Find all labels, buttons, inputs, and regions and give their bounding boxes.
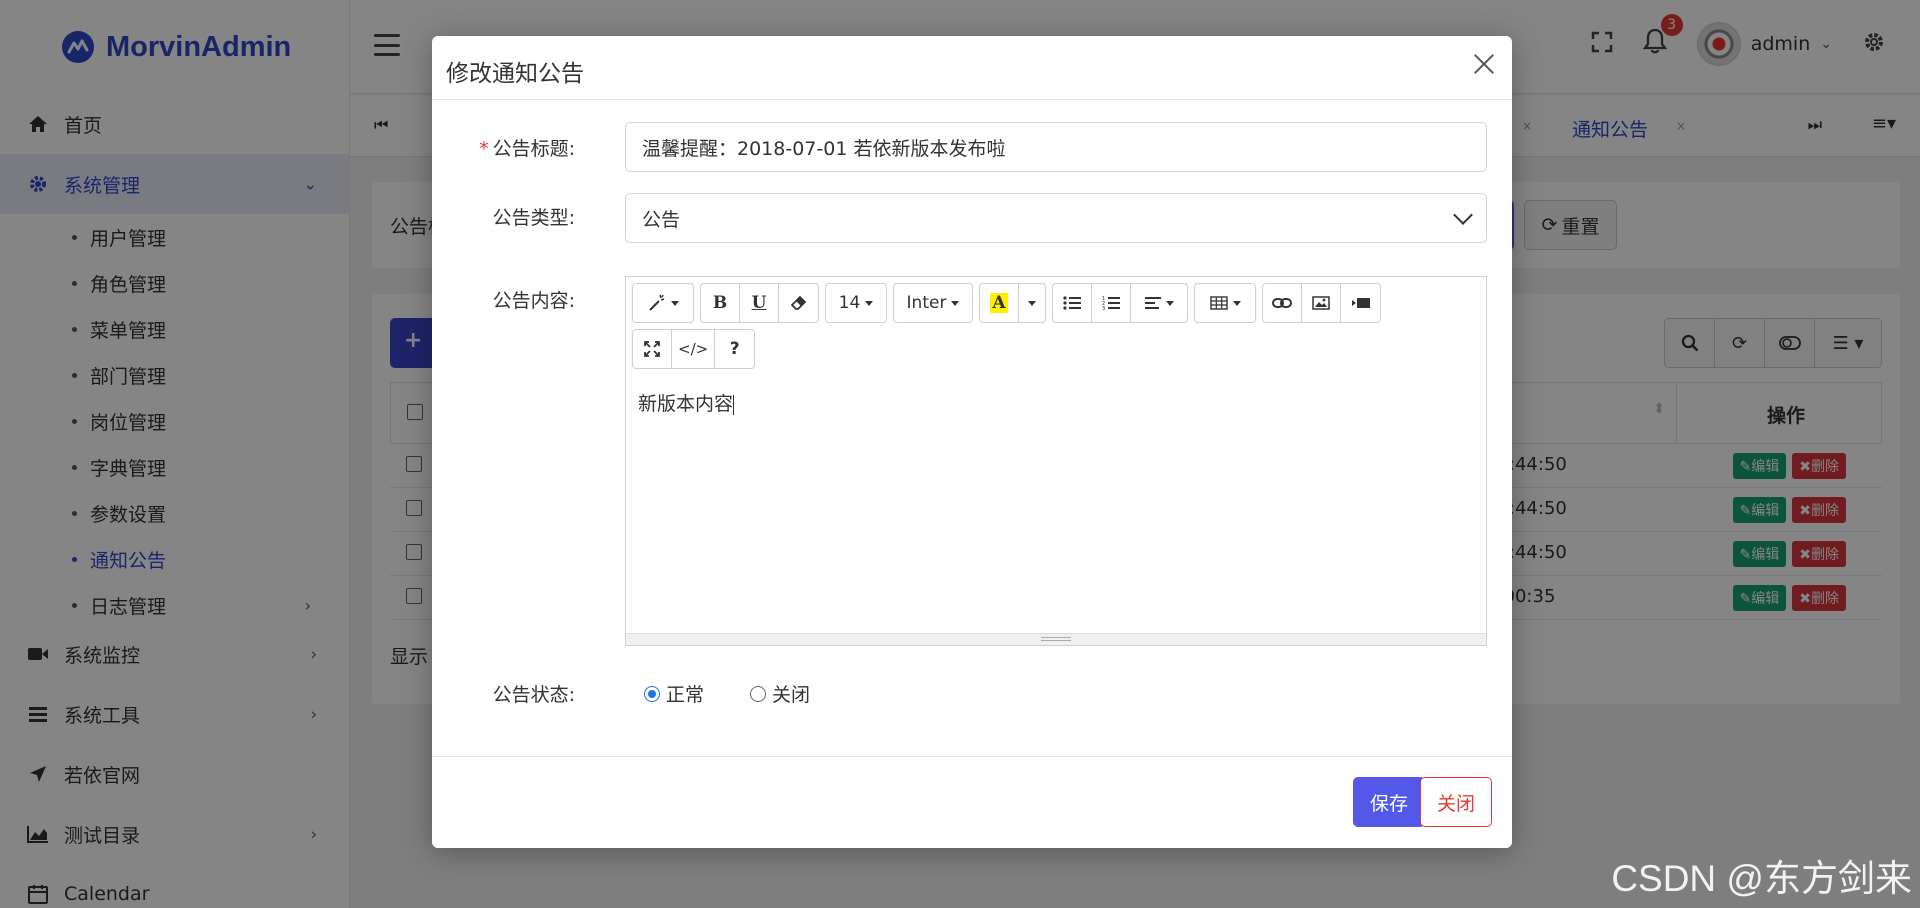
watermark: CSDN @东方剑来 bbox=[1611, 858, 1912, 899]
notice-title-value: 温馨提醒：2018-07-01 若依新版本发布啦 bbox=[642, 137, 1006, 160]
color-dropdown-icon[interactable] bbox=[1019, 284, 1045, 322]
chevron-down-icon bbox=[1453, 205, 1473, 225]
required-mark: * bbox=[479, 138, 489, 160]
editor-content[interactable]: 新版本内容 bbox=[638, 389, 735, 416]
rich-text-editor: B U 14 Inter A 1 2 3 </> ? 新版本内容 bbox=[625, 276, 1487, 646]
radio-checked[interactable] bbox=[644, 685, 660, 702]
edit-notice-modal: 修改通知公告 * 公告标题: 温馨提醒：2018-07-01 若依新版本发布啦 公… bbox=[432, 36, 1512, 848]
image-icon[interactable] bbox=[1302, 284, 1341, 322]
save-button[interactable]: 保存 bbox=[1353, 777, 1425, 827]
notice-content-label: 公告内容: bbox=[492, 290, 575, 312]
underline-icon[interactable]: U bbox=[740, 284, 779, 322]
unordered-list-icon[interactable] bbox=[1053, 284, 1092, 322]
table-icon[interactable] bbox=[1195, 284, 1255, 322]
video-embed-icon[interactable] bbox=[1341, 284, 1380, 322]
modal-header: 修改通知公告 bbox=[432, 36, 1512, 100]
eraser-icon[interactable] bbox=[779, 284, 818, 322]
fullscreen-icon[interactable] bbox=[633, 330, 672, 368]
notice-type-value: 公告 bbox=[642, 208, 681, 231]
status-radio-closed[interactable]: 关闭 bbox=[750, 680, 810, 707]
font-family-dropdown[interactable]: Inter bbox=[894, 284, 972, 322]
text-cursor bbox=[733, 394, 735, 415]
radio-label: 关闭 bbox=[772, 684, 811, 706]
bold-icon[interactable]: B bbox=[701, 284, 740, 322]
notice-title-input[interactable]: 温馨提醒：2018-07-01 若依新版本发布啦 bbox=[625, 122, 1487, 172]
radio-label: 正常 bbox=[666, 684, 705, 706]
notice-type-label: 公告类型: bbox=[492, 207, 575, 229]
editor-toolbar: B U 14 Inter A 1 2 3 </> ? bbox=[632, 283, 1480, 375]
font-family-value: Inter bbox=[906, 293, 947, 313]
editor-resize-handle[interactable] bbox=[626, 633, 1486, 645]
font-size-value: 14 bbox=[838, 293, 861, 313]
link-icon[interactable] bbox=[1263, 284, 1302, 322]
modal-footer: 保存 关闭 bbox=[432, 756, 1512, 848]
ordered-list-icon[interactable]: 123 bbox=[1092, 284, 1131, 322]
align-dropdown-icon[interactable] bbox=[1131, 284, 1187, 322]
notice-status-label: 公告状态: bbox=[492, 684, 575, 706]
modal-title: 修改通知公告 bbox=[446, 61, 584, 87]
code-view-icon[interactable]: </> bbox=[672, 330, 716, 368]
notice-title-label: * 公告标题: bbox=[479, 134, 575, 161]
style-magic-wand-icon[interactable] bbox=[633, 284, 693, 322]
font-size-dropdown[interactable]: 14 bbox=[826, 284, 886, 322]
notice-title-label-text: 公告标题: bbox=[492, 138, 575, 160]
radio-unchecked[interactable] bbox=[750, 685, 767, 702]
help-icon[interactable]: ? bbox=[715, 330, 754, 368]
notice-type-select[interactable]: 公告 bbox=[625, 193, 1487, 243]
svg-text:3: 3 bbox=[1102, 306, 1105, 311]
close-icon[interactable] bbox=[1468, 48, 1500, 80]
editor-content-text: 新版本内容 bbox=[638, 393, 734, 415]
notice-status-radio-group: 正常 关闭 bbox=[644, 680, 856, 707]
close-button[interactable]: 关闭 bbox=[1420, 777, 1492, 827]
text-color-icon[interactable]: A bbox=[980, 284, 1019, 322]
status-radio-normal[interactable]: 正常 bbox=[644, 680, 704, 707]
